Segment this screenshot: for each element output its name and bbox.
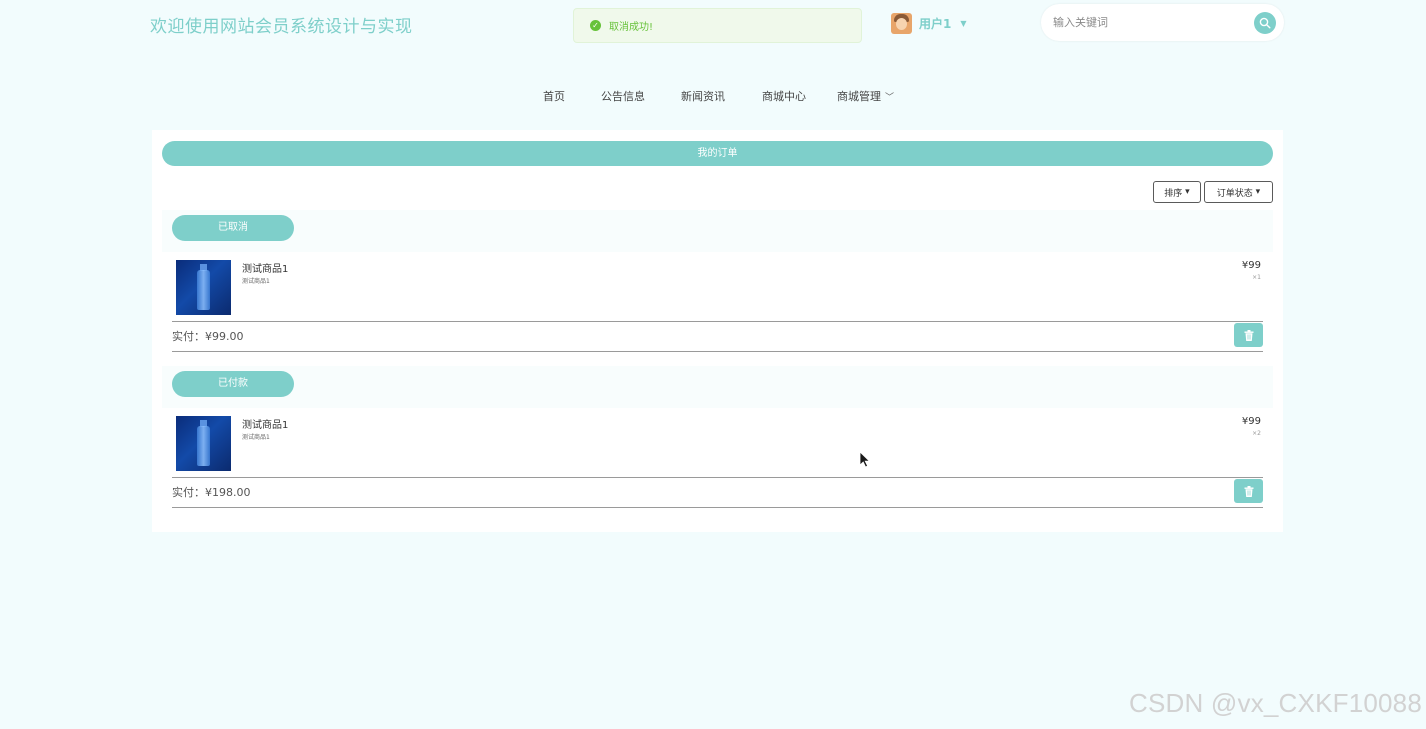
product-price: ¥99 xyxy=(1241,416,1261,427)
order-status-label: 订单状态 xyxy=(1216,188,1253,199)
product-name[interactable]: 测试商品1 xyxy=(242,416,288,431)
sort-dropdown[interactable]: 排序 ▾ xyxy=(1153,181,1201,203)
paid-value: ¥198.00 xyxy=(205,486,251,499)
product-subtitle: 测试商品1 xyxy=(242,278,270,285)
paid-label: 实付： xyxy=(172,486,205,499)
product-name[interactable]: 测试商品1 xyxy=(242,260,288,275)
order-card: 已付款 测试商品1 测试商品1 ¥99 ×2 实付：¥198.00 xyxy=(162,366,1273,508)
check-circle-icon: ✓ xyxy=(590,20,601,31)
user-name[interactable]: 用户1 xyxy=(919,15,951,32)
status-badge: 已付款 xyxy=(172,371,294,397)
main-nav: 首页 公告信息 新闻资讯 商城中心 商城管理 ﹀ xyxy=(0,88,1426,104)
user-menu[interactable]: 用户1 ▼ xyxy=(891,12,967,34)
delete-order-button[interactable] xyxy=(1234,479,1263,503)
chevron-down-icon[interactable]: ▼ xyxy=(960,19,966,28)
nav-item-mall[interactable]: 商城中心 xyxy=(762,88,806,104)
order-card: 已取消 测试商品1 测试商品1 ¥99 ×1 实付：¥99.00 xyxy=(162,210,1273,352)
paid-amount: 实付：¥99.00 xyxy=(172,328,244,344)
nav-item-news[interactable]: 新闻资讯 xyxy=(681,88,725,104)
product-quantity: ×1 xyxy=(1252,274,1261,281)
success-toast: ✓ 取消成功! xyxy=(573,8,862,43)
paid-value: ¥99.00 xyxy=(205,330,244,343)
product-image[interactable] xyxy=(176,416,231,471)
trash-icon xyxy=(1244,329,1253,341)
nav-item-home[interactable]: 首页 xyxy=(543,88,565,104)
trash-icon xyxy=(1244,485,1253,497)
watermark: CSDN @vx_CXKF10088 xyxy=(1129,688,1422,718)
nav-item-notices[interactable]: 公告信息 xyxy=(601,88,645,104)
paid-amount: 实付：¥198.00 xyxy=(172,484,251,500)
search-input[interactable] xyxy=(1053,13,1243,31)
divider xyxy=(172,321,1263,322)
search-button[interactable] xyxy=(1254,12,1276,34)
delete-order-button[interactable] xyxy=(1234,323,1263,347)
search-box xyxy=(1041,4,1284,41)
divider xyxy=(172,507,1263,508)
mouse-cursor-icon xyxy=(859,451,871,468)
divider xyxy=(172,351,1263,352)
divider xyxy=(172,477,1263,478)
product-price: ¥99 xyxy=(1241,260,1261,271)
orders-panel: 我的订单 排序 ▾ 订单状态 ▾ 已取消 测试商品1 测试商品1 ¥99 ×1 … xyxy=(152,130,1283,532)
site-title: 欢迎使用网站会员系统设计与实现 xyxy=(150,17,413,37)
avatar[interactable] xyxy=(891,12,912,34)
toast-message: 取消成功! xyxy=(609,22,654,33)
product-quantity: ×2 xyxy=(1252,430,1261,437)
status-badge: 已取消 xyxy=(172,215,294,241)
sort-label: 排序 xyxy=(1164,188,1183,199)
nav-item-mall-management[interactable]: 商城管理 ﹀ xyxy=(837,88,894,104)
chevron-down-icon: ﹀ xyxy=(885,93,895,103)
nav-item-mall-management-label: 商城管理 xyxy=(837,90,881,103)
product-image[interactable] xyxy=(176,260,231,315)
page: 欢迎使用网站会员系统设计与实现 ✓ 取消成功! 用户1 ▼ 首页 公告信息 新闻… xyxy=(0,0,1426,729)
order-status-dropdown[interactable]: 订单状态 ▾ xyxy=(1204,181,1273,203)
product-subtitle: 测试商品1 xyxy=(242,434,270,441)
search-icon xyxy=(1259,17,1271,29)
page-title: 我的订单 xyxy=(162,141,1273,166)
paid-label: 实付： xyxy=(172,330,205,343)
